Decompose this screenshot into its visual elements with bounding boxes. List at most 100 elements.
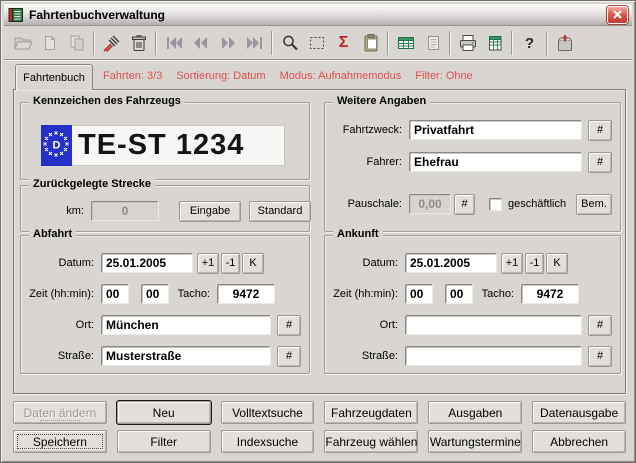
copy-record-button <box>63 30 90 56</box>
delete-record-button[interactable] <box>125 30 152 56</box>
fahrtzweck-hash-button[interactable]: # <box>588 120 612 141</box>
group-weitere-angaben: Weitere Angaben Fahrtzweck: # Fahrer: # … <box>324 102 621 232</box>
clipboard-paste-icon <box>360 32 382 54</box>
sum-button[interactable]: Σ <box>330 30 357 56</box>
abfahrt-datum-input[interactable] <box>101 253 193 273</box>
ausgaben-button[interactable]: Ausgaben <box>428 401 522 424</box>
printer-icon <box>457 32 479 54</box>
status-fahrten: Fahrten: 3/3 <box>103 70 162 82</box>
search-button[interactable] <box>276 30 303 56</box>
fahrzeug-waehlen-button[interactable]: Fahrzeug wählen <box>324 430 418 453</box>
search-icon <box>279 32 301 54</box>
group-abfahrt: Abfahrt Datum: +1 -1 K Zeit (hh:min): Ta… <box>20 235 310 374</box>
group-strecke-title: Zurückgelegte Strecke <box>29 178 155 190</box>
ankunft-minus1-button[interactable]: -1 <box>525 253 544 274</box>
print-button[interactable] <box>454 30 481 56</box>
abbrechen-button[interactable]: Abbrechen <box>532 430 626 453</box>
new-document-icon <box>39 32 61 54</box>
abfahrt-zeit-label: Zeit (hh:min): <box>29 288 101 300</box>
toolbar-separator <box>155 31 157 55</box>
ankunft-k-button[interactable]: K <box>546 253 568 274</box>
abfahrt-strasse-hash-button[interactable]: # <box>277 346 301 367</box>
ankunft-tacho-input[interactable] <box>521 284 579 304</box>
abfahrt-plus1-button[interactable]: +1 <box>197 253 219 274</box>
app-window: Fahrtenbuchverwaltung <box>0 0 636 463</box>
status-line: Fahrten: 3/3 Sortierung: Datum Modus: Au… <box>103 70 473 82</box>
filter-button[interactable]: Filter <box>117 430 211 453</box>
wartungstermine-button[interactable]: Wartungstermine <box>428 430 522 453</box>
abfahrt-datum-label: Datum: <box>29 257 101 269</box>
km-label: km: <box>29 205 91 217</box>
group-abfahrt-title: Abfahrt <box>29 228 76 240</box>
km-input <box>91 201 159 221</box>
abfahrt-minus1-button[interactable]: -1 <box>221 253 240 274</box>
abfahrt-tacho-input[interactable] <box>217 284 275 304</box>
app-icon[interactable] <box>8 7 24 23</box>
group-ankunft-title: Ankunft <box>333 228 383 240</box>
clear-record-button[interactable] <box>98 30 125 56</box>
last-record-button[interactable] <box>241 30 268 56</box>
country-letter: D <box>53 139 61 151</box>
close-button[interactable] <box>607 6 628 24</box>
geschaeftlich-checkbox[interactable] <box>489 198 502 211</box>
export-table-button[interactable] <box>481 30 508 56</box>
last-record-icon <box>244 32 266 54</box>
ankunft-datum-label: Datum: <box>333 257 405 269</box>
paste-button[interactable] <box>357 30 384 56</box>
help-button[interactable]: ? <box>516 30 543 56</box>
indexsuche-button[interactable]: Indexsuche <box>221 430 315 453</box>
ankunft-strasse-hash-button[interactable]: # <box>588 346 612 367</box>
table-grid-icon <box>395 32 417 54</box>
close-icon <box>612 9 623 20</box>
abfahrt-strasse-input[interactable] <box>101 346 271 366</box>
selection-rect-icon <box>306 32 328 54</box>
fahrer-hash-button[interactable]: # <box>588 152 612 173</box>
speichern-button[interactable]: Speichern <box>13 430 107 453</box>
open-folder-icon <box>12 32 34 54</box>
select-button[interactable] <box>303 30 330 56</box>
abfahrt-zeit-mm-input[interactable] <box>141 284 169 304</box>
standard-button[interactable]: Standard <box>249 201 311 222</box>
group-ankunft: Ankunft Datum: +1 -1 K Zeit (hh:min): Ta… <box>324 235 621 374</box>
footer-button-bar: Daten ändern Neu Volltextsuche Fahrzeugd… <box>13 401 626 453</box>
bem-button[interactable]: Bem. <box>576 194 612 215</box>
toolbar-separator <box>271 31 273 55</box>
next-record-button[interactable] <box>214 30 241 56</box>
spreadsheet-icon <box>484 32 506 54</box>
abfahrt-ort-input[interactable] <box>101 315 271 335</box>
ankunft-ort-hash-button[interactable]: # <box>588 315 612 336</box>
abfahrt-ort-hash-button[interactable]: # <box>277 315 301 336</box>
plate-number: TE-ST 1234 <box>72 129 244 162</box>
first-record-button[interactable] <box>160 30 187 56</box>
ankunft-ort-label: Ort: <box>333 319 405 331</box>
fahrtzweck-input[interactable] <box>409 120 582 140</box>
pauschale-hash-button[interactable]: # <box>454 194 475 215</box>
ankunft-ort-input[interactable] <box>405 315 582 335</box>
ankunft-strasse-label: Straße: <box>333 350 405 362</box>
clean-brush-icon <box>101 32 123 54</box>
next-record-icon <box>217 32 239 54</box>
volltextsuche-button[interactable]: Volltextsuche <box>221 401 315 424</box>
group-weitere-angaben-title: Weitere Angaben <box>333 95 430 107</box>
ankunft-datum-input[interactable] <box>405 253 497 273</box>
ankunft-plus1-button[interactable]: +1 <box>501 253 523 274</box>
fahrtzweck-label: Fahrtzweck: <box>333 124 409 136</box>
datenausgabe-button[interactable]: Datenausgabe <box>532 401 626 424</box>
abfahrt-zeit-hh-input[interactable] <box>101 284 129 304</box>
previous-record-button[interactable] <box>187 30 214 56</box>
fahrzeugdaten-button[interactable]: Fahrzeugdaten <box>324 401 418 424</box>
tab-fahrtenbuch[interactable]: Fahrtenbuch <box>15 64 93 90</box>
toolbar-separator <box>387 31 389 55</box>
eu-strip-icon: D <box>41 125 72 166</box>
copy-icon <box>66 32 88 54</box>
abfahrt-strasse-label: Straße: <box>29 350 101 362</box>
fahrer-input[interactable] <box>409 152 582 172</box>
export-clipboard-button[interactable] <box>551 30 578 56</box>
table-view-button[interactable] <box>392 30 419 56</box>
ankunft-zeit-hh-input[interactable] <box>405 284 433 304</box>
ankunft-strasse-input[interactable] <box>405 346 582 366</box>
eingabe-button[interactable]: Eingabe <box>179 201 241 222</box>
ankunft-zeit-mm-input[interactable] <box>445 284 473 304</box>
neu-button[interactable]: Neu <box>117 401 211 424</box>
abfahrt-k-button[interactable]: K <box>242 253 264 274</box>
